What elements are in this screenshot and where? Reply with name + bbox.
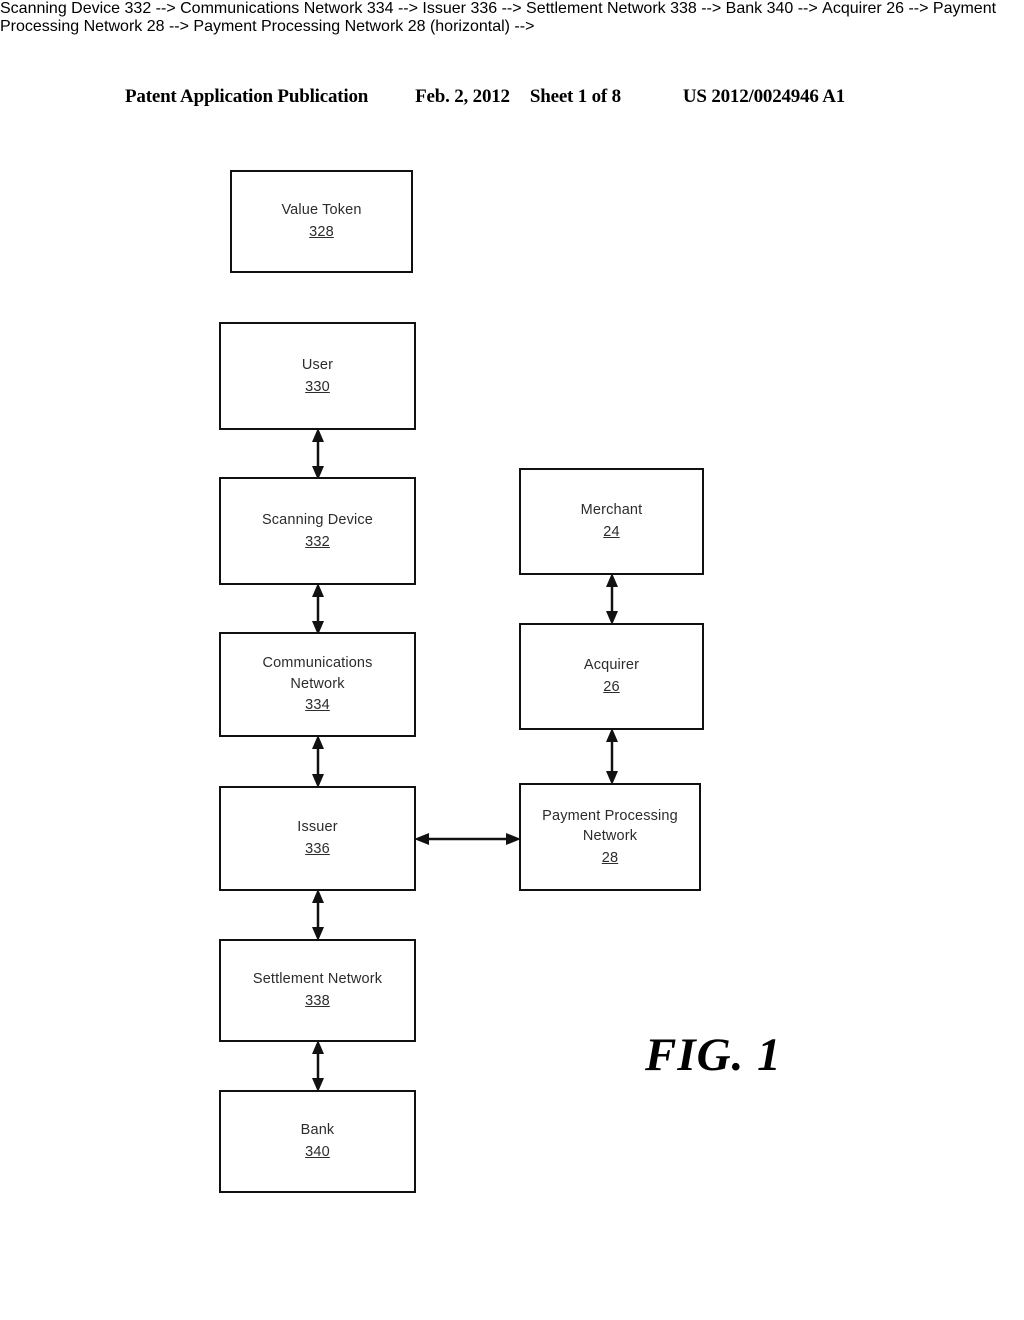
node-value-token-ref: 328 [309, 224, 334, 240]
figure-label: FIG. 1 [645, 1029, 782, 1081]
node-settlement-network[interactable]: Settlement Network 338 [219, 939, 416, 1042]
node-scanning-device[interactable]: Scanning Device 332 [219, 477, 416, 585]
node-communications-network[interactable]: Communications Network 334 [219, 632, 416, 737]
node-value-token[interactable]: Value Token 328 [230, 170, 413, 273]
connector-acquirer-to-payment-network [602, 728, 622, 785]
node-acquirer-ref: 26 [603, 679, 620, 695]
node-payment-processing-network-label: Payment Processing Network [542, 807, 678, 845]
connector-user-to-scanning-device [308, 428, 328, 480]
figure-diagram: Scanning Device 332 --> Communications N… [0, 0, 1024, 1320]
node-acquirer[interactable]: Acquirer 26 [519, 623, 704, 730]
node-merchant-label: Merchant [580, 502, 643, 519]
node-settlement-network-ref: 338 [305, 993, 330, 1009]
node-user-label: User [301, 356, 334, 373]
connector-comm-network-to-issuer [308, 735, 328, 788]
connector-merchant-to-acquirer [602, 573, 622, 625]
node-user-ref: 330 [305, 378, 330, 395]
node-user[interactable]: User 330 [219, 322, 416, 430]
node-scanning-device-label: Scanning Device [261, 511, 374, 528]
node-merchant-ref: 24 [603, 524, 620, 540]
connector-issuer-to-payment-network [414, 829, 521, 849]
node-bank-label: Bank [300, 1122, 335, 1139]
connector-settlement-network-to-bank [308, 1040, 328, 1092]
connector-issuer-to-settlement-network [308, 889, 328, 941]
node-acquirer-label: Acquirer [583, 657, 640, 674]
node-communications-network-label: Communications Network [262, 655, 373, 692]
node-scanning-device-ref: 332 [305, 533, 330, 550]
node-value-token-label: Value Token [281, 202, 362, 219]
node-communications-network-ref: 334 [305, 697, 330, 714]
connector-scanning-device-to-comm-network [308, 583, 328, 635]
node-issuer-label: Issuer [297, 819, 338, 836]
node-bank[interactable]: Bank 340 [219, 1090, 416, 1193]
node-bank-ref: 340 [305, 1144, 330, 1160]
node-settlement-network-label: Settlement Network [252, 971, 383, 988]
node-payment-processing-network[interactable]: Payment Processing Network 28 [519, 783, 701, 891]
node-merchant[interactable]: Merchant 24 [519, 468, 704, 575]
node-issuer-ref: 336 [305, 841, 330, 857]
node-issuer[interactable]: Issuer 336 [219, 786, 416, 891]
node-payment-processing-network-ref: 28 [601, 849, 619, 866]
